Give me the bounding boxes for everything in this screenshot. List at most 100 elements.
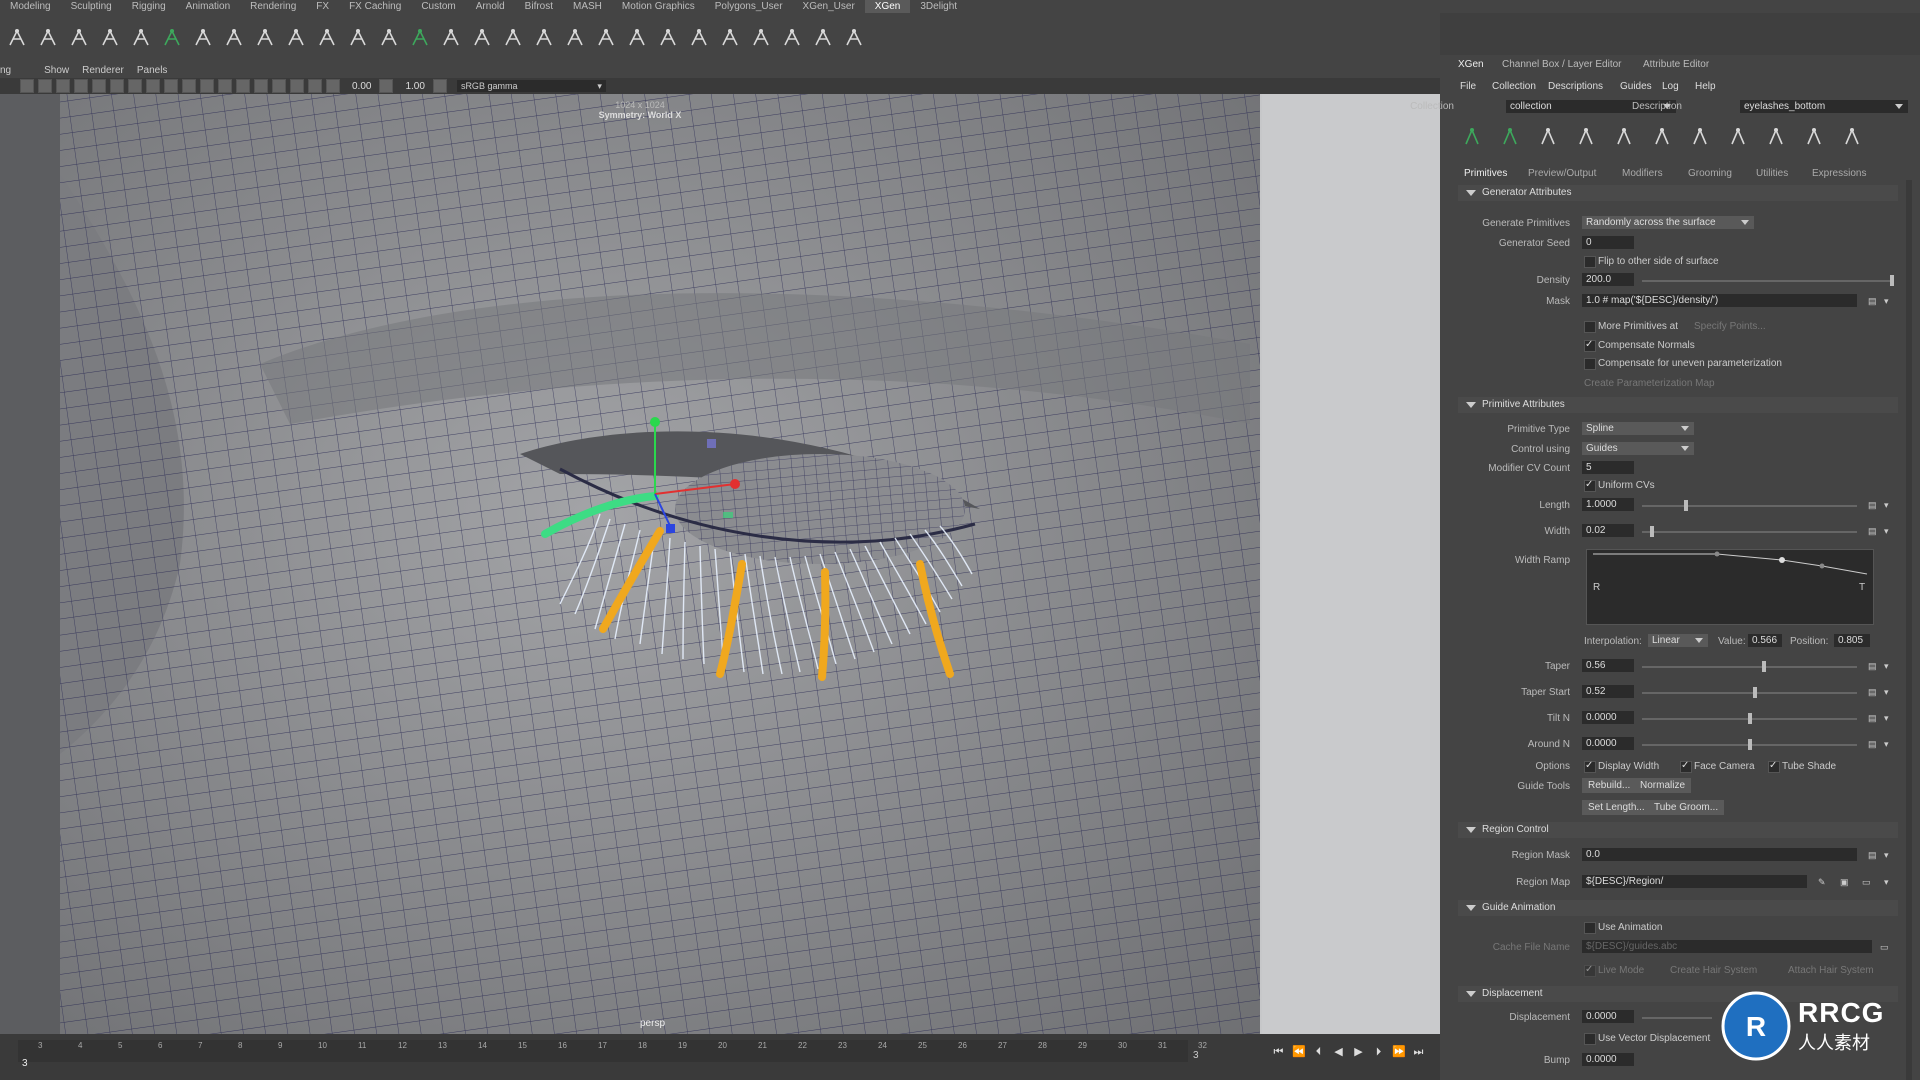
grid-icon[interactable]	[38, 79, 52, 93]
shelf-tab-animation[interactable]: Animation	[176, 0, 240, 13]
chevron-down-icon[interactable]: ▾	[1884, 661, 1894, 671]
expression-icon[interactable]: ▤	[1868, 526, 1878, 536]
more-primitives-checkbox[interactable]	[1584, 321, 1596, 333]
tab-modifiers[interactable]: Modifiers	[1622, 168, 1663, 179]
density-brush-icon[interactable]	[376, 25, 402, 51]
shelf-tab-arnold[interactable]: Arnold	[466, 0, 515, 13]
grid-guide-icon[interactable]	[345, 25, 371, 51]
tab-expressions[interactable]: Expressions	[1812, 168, 1866, 179]
expression-icon[interactable]: ▤	[1868, 687, 1878, 697]
exposure-field[interactable]: 0.00	[352, 81, 371, 92]
add-guide-icon[interactable]	[35, 25, 61, 51]
live-mode-checkbox[interactable]	[1584, 964, 1596, 977]
viewport-menu-item[interactable]: ng	[0, 63, 24, 78]
folder-icon[interactable]: ▭	[1862, 877, 1872, 887]
specify-points-button[interactable]: Specify Points...	[1694, 321, 1766, 332]
expression-icon[interactable]: ▤	[1868, 739, 1878, 749]
region-map-field[interactable]: ${DESC}/Region/	[1582, 875, 1807, 888]
menu-guides[interactable]: Guides	[1620, 81, 1652, 92]
save-icon[interactable]: ▣	[1840, 877, 1850, 887]
bump-field[interactable]: 0.0000	[1582, 1053, 1634, 1066]
chevron-down-icon[interactable]: ▾	[1884, 687, 1894, 697]
color-space-dropdown[interactable]: sRGB gamma ▾	[456, 80, 606, 92]
section-guide-animation[interactable]: Guide Animation	[1458, 900, 1898, 916]
viewport-menu-panels[interactable]: Panels	[137, 63, 181, 78]
slider-thumb[interactable]	[1753, 687, 1757, 698]
stroke-icon[interactable]	[686, 25, 712, 51]
twist-icon[interactable]	[717, 25, 743, 51]
expression-icon[interactable]: ▤	[1868, 500, 1878, 510]
add-guide-icon[interactable]	[1538, 127, 1558, 147]
preview-icon[interactable]	[1500, 127, 1520, 147]
expression-icon[interactable]: ▤	[1868, 850, 1878, 860]
attach-hair-system-button[interactable]: Attach Hair System	[1788, 965, 1874, 976]
xray-icon[interactable]	[164, 79, 178, 93]
chevron-down-icon[interactable]: ▾	[1884, 296, 1894, 306]
taper-start-field[interactable]: 0.52	[1582, 685, 1634, 698]
ramp-position-field[interactable]: 0.805	[1834, 634, 1870, 647]
expression-icon[interactable]: ▤	[1868, 661, 1878, 671]
chevron-down-icon[interactable]: ▾	[1884, 739, 1894, 749]
generate-primitives-dropdown[interactable]: Randomly across the surface	[1582, 216, 1754, 229]
go-to-end-icon[interactable]: ⏭	[1412, 1046, 1425, 1059]
create-hair-system-button[interactable]: Create Hair System	[1670, 965, 1757, 976]
displacement-field[interactable]: 0.0000	[1582, 1010, 1634, 1023]
tilt-n-slider[interactable]	[1642, 713, 1857, 724]
noise-icon[interactable]	[438, 25, 464, 51]
use-animation-checkbox[interactable]	[1584, 922, 1596, 934]
width-ramp-editor[interactable]: R T	[1586, 549, 1874, 625]
mask-field[interactable]: 1.0 # map('${DESC}/density/')	[1582, 294, 1857, 307]
tab-primitives[interactable]: Primitives	[1464, 168, 1507, 179]
camera-icon[interactable]	[20, 79, 34, 93]
use-vector-disp-checkbox[interactable]	[1584, 1033, 1596, 1045]
textured-icon[interactable]	[92, 79, 106, 93]
gamma-field[interactable]: 1.00	[405, 81, 424, 92]
menu-help[interactable]: Help	[1695, 81, 1716, 92]
shelf-tab-bifrost[interactable]: Bifrost	[515, 0, 563, 13]
normalize-button[interactable]: Normalize	[1634, 778, 1692, 793]
tab-utilities[interactable]: Utilities	[1756, 168, 1788, 179]
groom-icon[interactable]	[841, 25, 867, 51]
film-gate-icon[interactable]	[290, 79, 304, 93]
interpolation-dropdown[interactable]: Linear	[1648, 634, 1708, 647]
set-length-button[interactable]: Set Length...	[1582, 800, 1651, 815]
tube-groom-button[interactable]: Tube Groom...	[1648, 800, 1725, 815]
around-n-field[interactable]: 0.0000	[1582, 737, 1634, 750]
paint-brush-icon[interactable]: ✎	[1818, 877, 1828, 887]
expression-icon[interactable]: ▤	[1868, 713, 1878, 723]
shelf-tab-rendering[interactable]: Rendering	[240, 0, 306, 13]
lock-guide-icon[interactable]	[1652, 127, 1672, 147]
width-icon[interactable]	[655, 25, 681, 51]
viewport-menu-show[interactable]: Show	[24, 63, 82, 78]
freeze-icon[interactable]	[748, 25, 774, 51]
chevron-down-icon[interactable]: ▾	[1884, 500, 1894, 510]
taper-start-slider[interactable]	[1642, 687, 1857, 698]
spline-icon[interactable]	[221, 25, 247, 51]
expression-icon[interactable]: ▤	[1868, 296, 1878, 306]
shelf-tab-sculpting[interactable]: Sculpting	[61, 0, 122, 13]
section-region-control[interactable]: Region Control	[1458, 822, 1898, 838]
sculpt-guide-icon[interactable]	[1614, 127, 1634, 147]
shelf-tab-modeling[interactable]: Modeling	[0, 0, 61, 13]
taper-field[interactable]: 0.56	[1582, 659, 1634, 672]
shelf-tab-xgen[interactable]: XGen	[864, 0, 911, 13]
comb-icon[interactable]	[1766, 127, 1786, 147]
shelf-tab-rigging[interactable]: Rigging	[122, 0, 176, 13]
ramp-value-field[interactable]: 0.566	[1748, 634, 1782, 647]
coil-icon[interactable]	[500, 25, 526, 51]
menu-file[interactable]: File	[1460, 81, 1476, 92]
create-guide-icon[interactable]	[4, 25, 30, 51]
length-field[interactable]: 1.0000	[1582, 498, 1634, 511]
play-backward-icon[interactable]: ◀	[1332, 1046, 1345, 1059]
seed-field[interactable]: 0	[1582, 236, 1634, 249]
sparkle-icon[interactable]	[810, 25, 836, 51]
menu-log[interactable]: Log	[1662, 81, 1679, 92]
control-using-dropdown[interactable]: Guides	[1582, 442, 1694, 455]
uniform-cvs-checkbox[interactable]	[1584, 479, 1596, 492]
tab-attribute-editor[interactable]: Attribute Editor	[1643, 59, 1709, 70]
3d-viewport[interactable]	[0, 94, 1440, 1034]
clump-icon[interactable]	[1804, 127, 1824, 147]
description-dropdown[interactable]: eyelashes_bottom	[1740, 100, 1908, 113]
chevron-down-icon[interactable]: ▾	[1884, 526, 1894, 536]
exposure-icon[interactable]	[326, 79, 340, 93]
